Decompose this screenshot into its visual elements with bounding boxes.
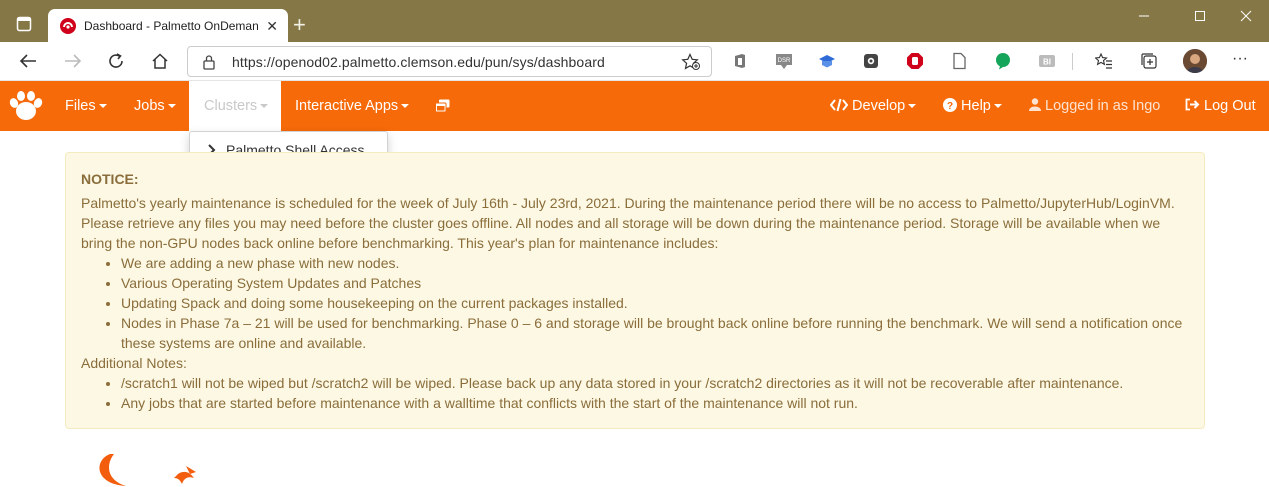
favorites-icon[interactable] (1095, 52, 1113, 70)
back-arrow-icon (19, 54, 36, 68)
minimize-icon[interactable] (1138, 6, 1150, 29)
adblock-icon[interactable] (906, 52, 924, 70)
nav-help-label: Help (961, 98, 991, 114)
graduation-cap-icon[interactable] (818, 52, 836, 70)
forward-arrow-icon (65, 54, 82, 68)
caret-down-icon (260, 104, 269, 109)
nav-clusters[interactable]: Clusters (189, 81, 281, 131)
nav-files[interactable]: Files (65, 81, 107, 131)
toolbar-divider (1072, 53, 1073, 70)
logged-in-label: Logged in as Ingo (1045, 98, 1161, 114)
grammarly-icon[interactable] (994, 52, 1012, 70)
svg-text:?: ? (947, 101, 953, 112)
maintenance-notice: NOTICE: Palmetto's yearly maintenance is… (65, 152, 1205, 429)
svg-text:DSR: DSR (778, 58, 791, 64)
url-text[interactable]: https://openod02.palmetto.clemson.edu/pu… (232, 54, 605, 70)
refresh-button[interactable] (104, 50, 128, 72)
forward-button[interactable] (61, 50, 85, 72)
list-item: Updating Spack and doing some housekeepi… (121, 293, 1189, 313)
notice-heading: NOTICE: (81, 171, 139, 187)
address-bar[interactable]: https://openod02.palmetto.clemson.edu/pu… (187, 46, 712, 77)
user-icon (1029, 98, 1041, 111)
collections-icon[interactable] (1140, 52, 1158, 70)
nav-help[interactable]: ? Help (943, 81, 1002, 131)
logout-label: Log Out (1204, 98, 1256, 114)
close-window-icon[interactable] (1240, 6, 1252, 29)
add-favorite-icon[interactable] (681, 53, 701, 71)
tab-actions-icon (16, 16, 32, 32)
caret-down-icon (993, 104, 1002, 109)
browser-tab-dashboard[interactable]: Dashboard - Palmetto OnDeman ✕ (48, 9, 288, 42)
additional-notes-heading: Additional Notes: (81, 355, 187, 371)
list-item: /scratch1 will not be wiped but /scratch… (121, 373, 1189, 393)
nav-sessions[interactable] (435, 81, 450, 131)
profile-avatar[interactable] (1183, 49, 1207, 73)
dsr-extension-icon[interactable]: DSR (775, 52, 793, 70)
caret-down-icon (908, 104, 917, 109)
app-navbar: Files Jobs Clusters Interactive Apps Dev… (0, 81, 1269, 131)
nav-logout[interactable]: Log Out (1185, 81, 1256, 131)
tab-actions-button[interactable] (8, 10, 40, 38)
code-icon (829, 98, 849, 112)
lock-icon (203, 55, 215, 70)
caret-down-icon (98, 104, 107, 109)
new-tab-button[interactable]: + (293, 12, 306, 38)
notice-intro: Palmetto's yearly maintenance is schedul… (81, 195, 1175, 251)
additional-notes-list: /scratch1 will not be wiped but /scratch… (121, 373, 1189, 413)
home-button[interactable] (148, 50, 172, 72)
list-item: Various Operating System Updates and Pat… (121, 273, 1189, 293)
list-item: We are adding a new phase with new nodes… (121, 253, 1189, 273)
caret-down-icon (167, 104, 176, 109)
nav-develop-label: Develop (852, 98, 906, 114)
nav-jobs-label: Jobs (134, 98, 165, 114)
document-extension-icon[interactable] (950, 52, 968, 70)
browser-toolbar: https://openod02.palmetto.clemson.edu/pu… (0, 42, 1269, 81)
nav-files-label: Files (65, 98, 96, 114)
sign-out-icon (1185, 98, 1200, 111)
list-item: Nodes in Phase 7a – 21 will be used for … (121, 313, 1189, 353)
list-item: Any jobs that are started before mainten… (121, 393, 1189, 413)
logged-in-user: Logged in as Ingo (1029, 81, 1160, 131)
ondemand-favicon-icon (60, 17, 76, 34)
tab-title: Dashboard - Palmetto OnDeman (84, 18, 259, 33)
nav-clusters-label: Clusters (204, 98, 258, 114)
caret-down-icon (401, 104, 410, 109)
maximize-icon[interactable] (1194, 6, 1206, 29)
palmetto-logo-image (90, 448, 210, 487)
maintenance-plan-list: We are adding a new phase with new nodes… (121, 253, 1189, 353)
office-extension-icon[interactable] (731, 52, 749, 70)
browser-titlebar: Dashboard - Palmetto OnDeman ✕ + (0, 0, 1269, 42)
clemson-paw-logo-icon[interactable] (8, 90, 44, 122)
tab-close-icon[interactable]: ✕ (266, 18, 278, 35)
sessions-icon (435, 99, 450, 113)
nav-jobs[interactable]: Jobs (134, 81, 176, 131)
back-button[interactable] (16, 50, 40, 72)
nav-interactive-apps[interactable]: Interactive Apps (295, 81, 410, 131)
svg-text:BI: BI (1043, 58, 1051, 67)
help-circle-icon: ? (943, 98, 957, 112)
home-icon (152, 53, 168, 69)
refresh-icon (109, 53, 123, 68)
nav-interactive-apps-label: Interactive Apps (295, 98, 399, 114)
gear-extension-icon[interactable] (862, 52, 880, 70)
more-menu-icon[interactable]: ··· (1232, 51, 1250, 70)
bi-extension-icon[interactable]: BI (1038, 52, 1056, 70)
avatar-image (1183, 49, 1207, 73)
nav-develop[interactable]: Develop (829, 81, 917, 131)
